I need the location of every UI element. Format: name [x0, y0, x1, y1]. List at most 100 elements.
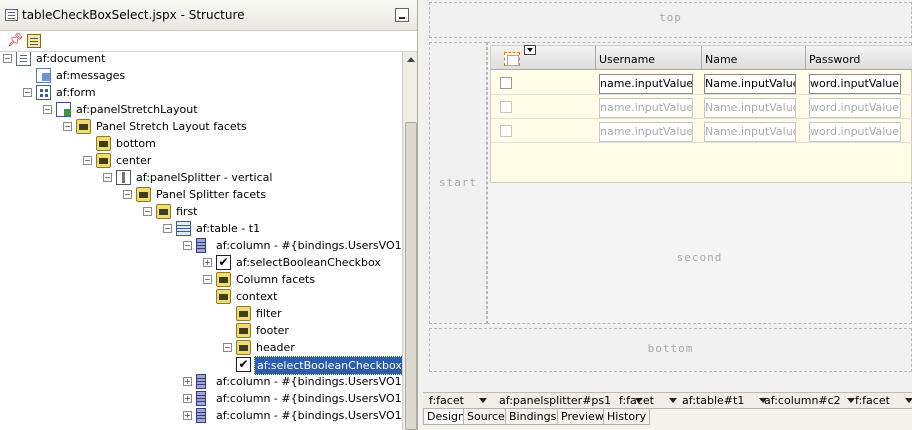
expand-icon[interactable]: + [183, 377, 192, 386]
collapse-icon[interactable]: − [83, 156, 92, 165]
jdeveloper-window: tableCheckBoxSelect.jspx - Structure 📌︎ … [0, 0, 912, 430]
table-t1[interactable]: Username Name Password name.inputValue} N… [490, 45, 912, 183]
collapse-icon[interactable]: − [3, 54, 12, 63]
tree-node[interactable]: − af:column - #{bindings.UsersVO1.hints.S [0, 237, 402, 254]
facets-folder-icon [76, 119, 91, 134]
dropdown-icon[interactable] [524, 45, 536, 55]
structure-toolbar: 📌︎ [0, 31, 417, 52]
bottom-facet-label: bottom [647, 342, 694, 355]
breadcrumb-item[interactable]: af:panelsplitter#ps1 [499, 393, 611, 408]
breadcrumb-item[interactable]: af:table#t1 [682, 393, 744, 408]
scroll-up-icon[interactable] [404, 53, 417, 67]
tree-node[interactable]: − af:panelSplitter - vertical [0, 169, 402, 186]
breadcrumb-item[interactable]: f:facet [855, 393, 890, 408]
tab-source[interactable]: Source [463, 409, 509, 425]
tree-node-label: af:form [56, 86, 96, 99]
table-cell-input[interactable]: word.inputValue} [809, 74, 901, 94]
tree-node-label: footer [256, 324, 289, 337]
table-cell-input[interactable]: word.inputValue} [809, 122, 901, 142]
design-canvas: top start second bottom Username Name Pa… [423, 0, 912, 392]
bottom-facet[interactable]: bottom [429, 328, 912, 372]
collapse-icon[interactable]: − [143, 207, 152, 216]
collapse-icon[interactable]: − [103, 173, 112, 182]
tree-node-label: af:column - #{bindings.UsersVO1.hints.P [216, 409, 402, 422]
tree-node[interactable]: − Column facets [0, 271, 402, 288]
breadcrumb: f:facet af:panelsplitter#ps1 f:facet af:tab… [423, 392, 912, 408]
column-header-password[interactable]: Password [805, 46, 912, 70]
start-facet[interactable]: start [429, 42, 487, 324]
tree-scrollbar[interactable] [402, 52, 417, 430]
tab-bindings[interactable]: Bindings [505, 409, 561, 425]
tree-node-label: bottom [116, 137, 156, 150]
tree-node[interactable]: filter [0, 305, 402, 322]
table-cell-input[interactable]: Name.inputValue} [704, 122, 796, 142]
chevron-down-icon[interactable] [905, 398, 912, 403]
chevron-down-icon[interactable] [669, 398, 678, 403]
tree-node[interactable]: + af:column - #{bindings.UsersVO1.hints.N [0, 390, 402, 407]
minimize-icon[interactable] [395, 8, 409, 22]
breadcrumb-item[interactable]: f:facet [429, 393, 464, 408]
table-cell-input[interactable]: word.inputValue} [809, 98, 901, 118]
facets-folder-icon [136, 187, 151, 202]
table-row: name.inputValue} Name.inputValue} word.inp… [491, 71, 912, 95]
table-cell-input[interactable]: Name.inputValue} [704, 98, 796, 118]
row-checkbox[interactable] [500, 125, 512, 137]
tree-node[interactable]: − center [0, 152, 402, 169]
tree-node[interactable]: context [0, 288, 402, 305]
column-header-username[interactable]: Username [595, 46, 701, 70]
expand-icon[interactable]: + [183, 411, 192, 420]
row-checkbox[interactable] [500, 101, 512, 113]
tree-node-label: af:table - t1 [196, 222, 261, 235]
messages-icon [36, 68, 51, 83]
breadcrumb-item[interactable]: f:facet [619, 393, 654, 408]
tree-node[interactable]: − af:panelStretchLayout [0, 101, 402, 118]
tree-node[interactable]: − Panel Stretch Layout facets [0, 118, 402, 135]
tree-node[interactable]: − af:document [0, 52, 402, 67]
tree-node-label: af:column - #{bindings.UsersVO1.hints.U [216, 375, 402, 388]
column-header-name[interactable]: Name [701, 46, 805, 70]
top-facet[interactable]: top [429, 2, 912, 38]
tree-node[interactable]: − af:table - t1 [0, 220, 402, 237]
table-cell-input[interactable]: name.inputValue} [599, 122, 693, 142]
tree-node[interactable]: ✔ af:selectBooleanCheckbox [0, 356, 402, 375]
checkbox-icon: ✔ [236, 357, 251, 372]
tree-node-label: Panel Stretch Layout facets [96, 120, 247, 133]
tree-node[interactable]: − af:form [0, 84, 402, 101]
tree-node[interactable]: af:messages [0, 67, 402, 84]
tree-node[interactable]: − Panel Splitter facets [0, 186, 402, 203]
collapse-icon[interactable]: − [23, 88, 32, 97]
header-select-checkbox[interactable] [504, 52, 520, 66]
tree-node[interactable]: bottom [0, 135, 402, 152]
table-cell-input[interactable]: name.inputValue} [599, 98, 693, 118]
facet-icon [216, 289, 231, 304]
tree-node[interactable]: − first [0, 203, 402, 220]
collapse-icon[interactable]: − [43, 105, 52, 114]
design-editor: top start second bottom Username Name Pa… [423, 0, 912, 430]
tab-history[interactable]: History [603, 409, 651, 425]
scroll-thumb[interactable] [405, 122, 417, 430]
collapse-icon[interactable]: − [63, 122, 72, 131]
tree-node-label: Column facets [236, 273, 316, 286]
tree-node[interactable]: − header [0, 339, 402, 356]
collapse-icon[interactable]: − [203, 275, 212, 284]
collapse-icon[interactable]: − [163, 224, 172, 233]
table-cell-input[interactable]: name.inputValue} [599, 74, 693, 94]
row-checkbox[interactable] [500, 77, 512, 89]
facet-icon [96, 136, 111, 151]
tree-node[interactable]: + ✔ af:selectBooleanCheckbox [0, 254, 402, 271]
pin-icon[interactable]: 📌︎ [7, 34, 24, 48]
tab-preview[interactable]: Preview [557, 409, 608, 425]
tree-node[interactable]: + af:column - #{bindings.UsersVO1.hints.U [0, 373, 402, 390]
table-cell-input[interactable]: Name.inputValue} [704, 74, 796, 94]
expand-icon[interactable]: + [203, 258, 212, 267]
breadcrumb-item[interactable]: af:column#c2 [764, 393, 841, 408]
freeze-view-icon[interactable] [27, 34, 41, 48]
collapse-icon[interactable]: − [223, 343, 232, 352]
collapse-icon[interactable]: − [123, 190, 132, 199]
collapse-icon[interactable]: − [183, 241, 192, 250]
expand-icon[interactable]: + [183, 394, 192, 403]
chevron-down-icon[interactable] [479, 398, 488, 403]
tree-node[interactable]: footer [0, 322, 402, 339]
chevron-down-icon[interactable] [847, 398, 856, 403]
tree-node[interactable]: + af:column - #{bindings.UsersVO1.hints.P [0, 407, 402, 424]
